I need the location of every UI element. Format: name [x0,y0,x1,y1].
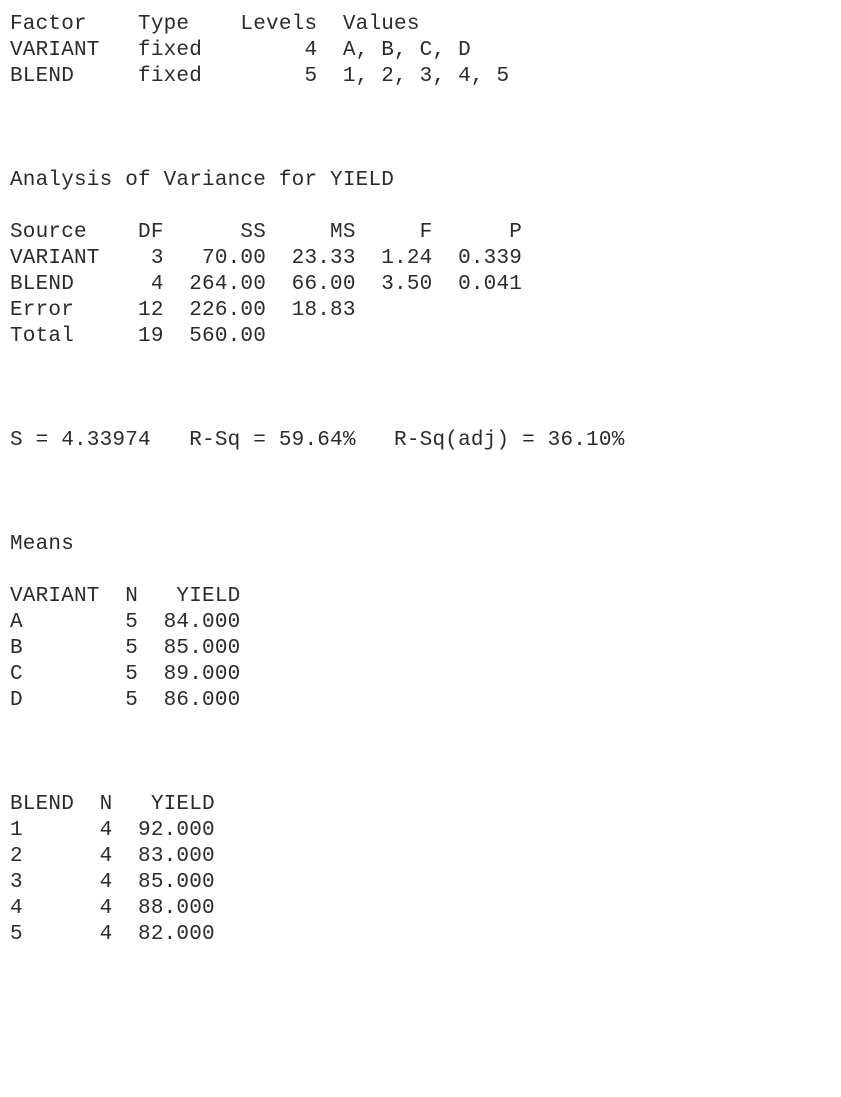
spacer-line [10,766,841,792]
spacer-line [10,454,841,480]
spacer-line [10,480,841,506]
variant-means-row-b: B 5 85.000 [10,637,241,660]
spacer-line [10,142,841,168]
anova-output-document: Factor Type Levels Values VARIANT fixed 4… [0,0,841,1097]
anova-row-error: Error 12 226.00 18.83 [10,299,356,322]
model-summary-line: S = 4.33974 R-Sq = 59.64% R-Sq(adj) = 36… [10,429,625,452]
spacer-line [10,116,841,142]
spacer-line [10,350,841,376]
console-text-block: Factor Type Levels Values VARIANT fixed 4… [0,0,841,948]
variant-means-header-line: VARIANT N YIELD [10,585,241,608]
blend-means-row-2: 2 4 83.000 [10,845,215,868]
variant-means-row-a: A 5 84.000 [10,611,241,634]
anova-row-blend: BLEND 4 264.00 66.00 3.50 0.041 [10,273,523,296]
anova-row-total: Total 19 560.00 [10,325,267,348]
blend-means-row-1: 1 4 92.000 [10,819,215,842]
variant-means-row-c: C 5 89.000 [10,663,241,686]
blend-means-row-3: 3 4 85.000 [10,871,215,894]
anova-title: Analysis of Variance for YIELD [10,169,395,192]
spacer-line [10,376,841,402]
factor-table-row-variant: VARIANT fixed 4 A, B, C, D [10,39,471,62]
spacer-line [10,506,841,532]
spacer-line [10,402,841,428]
variant-means-row-d: D 5 86.000 [10,689,241,712]
factor-table-row-blend: BLEND fixed 5 1, 2, 3, 4, 5 [10,65,510,88]
blend-means-header-line: BLEND N YIELD [10,793,215,816]
factor-table-header-line: Factor Type Levels Values [10,13,420,36]
spacer-line [10,194,841,220]
blend-means-row-5: 5 4 82.000 [10,923,215,946]
spacer-line [10,714,841,740]
anova-row-variant: VARIANT 3 70.00 23.33 1.24 0.339 [10,247,523,270]
spacer-line [10,90,841,116]
blend-means-row-4: 4 4 88.000 [10,897,215,920]
spacer-line [10,740,841,766]
anova-table-header-line: Source DF SS MS F P [10,221,523,244]
spacer-line [10,558,841,584]
means-section-title: Means [10,533,75,556]
